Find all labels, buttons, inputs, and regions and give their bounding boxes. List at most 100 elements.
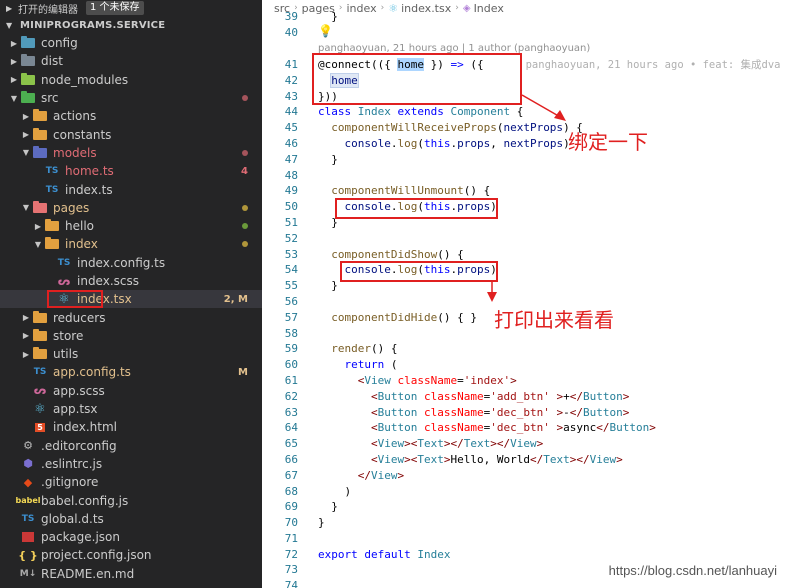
chevron-down-icon: ▼ <box>34 239 42 249</box>
folder-shape <box>45 237 59 250</box>
selected-file-highlight-box <box>47 290 103 309</box>
folder-item[interactable]: ▶ node_modules <box>0 71 262 89</box>
folder-icon <box>32 145 48 160</box>
file-item[interactable]: TS index.ts <box>0 180 262 198</box>
json-icon: { } <box>18 548 38 562</box>
tree-item-label: utils <box>53 347 79 362</box>
tree-item-label: hello <box>65 219 94 234</box>
chevron-right-icon: ▶ <box>34 221 42 231</box>
typescript-icon: TS <box>45 184 59 195</box>
folder-shape <box>45 219 59 232</box>
folder-icon <box>20 36 36 50</box>
typescript-icon: TS <box>45 166 59 177</box>
file-item[interactable]: TS global.d.ts <box>0 510 262 528</box>
tree-item-label: .eslintrc.js <box>41 456 103 471</box>
file-item[interactable]: package.json <box>0 528 262 546</box>
folder-shape <box>21 91 35 104</box>
babel-icon: babel <box>15 496 41 506</box>
file-item[interactable]: TS app.config.ts M <box>0 363 262 381</box>
tree-item-label: app.config.ts <box>53 365 131 380</box>
folder-item[interactable]: ▼ pages <box>0 199 262 217</box>
folder-item[interactable]: ▶ constants <box>0 125 262 143</box>
tree-item-label: index.html <box>53 420 117 435</box>
folder-item[interactable]: ▶ actions <box>0 107 262 125</box>
sass-icon: ᔕ <box>33 384 47 398</box>
project-header[interactable]: ▼ MINIPROGRAMS.SERVICE <box>0 16 262 34</box>
arrow-head <box>554 110 566 121</box>
status-badge: 4 <box>241 165 248 177</box>
file-item[interactable]: babel babel.config.js <box>0 491 262 509</box>
folder-item[interactable]: ▶ reducers <box>0 308 262 326</box>
sass-icon: ᔕ <box>57 274 71 288</box>
code-editor[interactable]: src › pages › index › ⚛ index.tsx › ◈ In… <box>262 0 787 588</box>
folder-icon <box>32 328 48 343</box>
arrow-head <box>487 292 497 302</box>
tree-item-label: index.ts <box>65 182 113 197</box>
chevron-right-icon: ▶ <box>10 38 18 48</box>
tree-item-label: store <box>53 328 84 343</box>
folder-item[interactable]: ▼ index <box>0 235 262 253</box>
file-item[interactable]: TS home.ts 4 <box>0 162 262 180</box>
open-editors-header[interactable]: ▶ 打开的编辑器 1 个未保存 <box>0 0 262 16</box>
file-item[interactable]: 5 index.html <box>0 418 262 436</box>
status-badge: M <box>238 366 248 378</box>
tree-item-label: node_modules <box>41 72 129 87</box>
file-item[interactable]: { } project.config.json <box>0 546 262 564</box>
tree-item-label: index.config.ts <box>77 255 166 270</box>
tree-item-label: index.scss <box>77 274 139 288</box>
tree-item-label: reducers <box>53 310 106 325</box>
folder-item[interactable]: ▶ hello <box>0 217 262 235</box>
html5-icon: 5 <box>35 422 45 432</box>
folder-shape <box>33 328 47 341</box>
gear-icon: ⚙ <box>23 439 33 453</box>
file-item[interactable]: ᔕ app.scss <box>0 382 262 400</box>
tree-item-label: app.scss <box>53 383 105 398</box>
folder-shape <box>33 310 47 323</box>
folder-shape <box>33 145 47 158</box>
explorer-sidebar: ▶ 打开的编辑器 1 个未保存 ▼ MINIPROGRAMS.SERVICE ▶… <box>0 0 262 588</box>
folder-shape <box>21 36 35 49</box>
annotation-bind-label: 绑定一下 <box>568 130 648 154</box>
chevron-down-icon: ▼ <box>10 93 18 103</box>
folder-item[interactable]: ▶ dist <box>0 52 262 70</box>
annotation-arrows <box>487 94 566 302</box>
folder-shape <box>33 109 47 122</box>
tree-item-label: global.d.ts <box>41 511 104 526</box>
folder-item[interactable]: ▶ utils <box>0 345 262 363</box>
file-item[interactable]: ⚛ index.tsx 2, M <box>0 290 262 309</box>
status-dot <box>242 149 248 156</box>
folder-icon <box>44 237 60 251</box>
tree-item-label: .gitignore <box>41 475 99 490</box>
chevron-right-icon: ▶ <box>22 349 30 359</box>
tree-item-label: README.en.md <box>41 566 135 581</box>
folder-item[interactable]: ▼ models <box>0 144 262 162</box>
project-title: MINIPROGRAMS.SERVICE <box>20 19 166 31</box>
status-dot <box>242 204 248 211</box>
status-badge: 2, M <box>223 293 248 305</box>
folder-shape <box>33 127 47 140</box>
folder-icon <box>32 127 48 142</box>
tree-item-label: babel.config.js <box>41 493 129 508</box>
file-item[interactable]: TS index.config.ts <box>0 254 262 272</box>
folder-item[interactable]: ▶ store <box>0 327 262 345</box>
file-item[interactable]: M↓ README.en.md <box>0 565 262 583</box>
folder-item[interactable]: ▶ config <box>0 34 262 52</box>
watermark: https://blog.csdn.net/lanhuayi <box>608 563 777 578</box>
file-tree: ▶ config ▶ dist ▶ node_modules ▼ src ▶ actions ▶ co… <box>0 34 262 583</box>
tree-item-label: config <box>41 36 78 51</box>
folder-item[interactable]: ▼ src <box>0 89 262 107</box>
file-item[interactable]: ⬢ .eslintrc.js <box>0 455 262 473</box>
chevron-down-icon: ▼ <box>22 203 30 213</box>
file-item[interactable]: ⚙ .editorconfig <box>0 437 262 455</box>
npm-icon <box>20 530 36 544</box>
eslint-icon: ⬢ <box>23 457 33 471</box>
file-item[interactable]: ⚛ app.tsx <box>0 400 262 418</box>
folder-icon <box>32 109 48 123</box>
unsaved-badge: 1 个未保存 <box>86 1 144 15</box>
file-item[interactable]: ◆ .gitignore <box>0 473 262 491</box>
folder-icon <box>20 91 36 105</box>
tree-item-label: models <box>53 145 97 160</box>
chevron-right-icon: ▶ <box>10 75 18 85</box>
folder-icon <box>44 219 60 233</box>
file-item[interactable]: ᔕ index.scss <box>0 272 262 290</box>
